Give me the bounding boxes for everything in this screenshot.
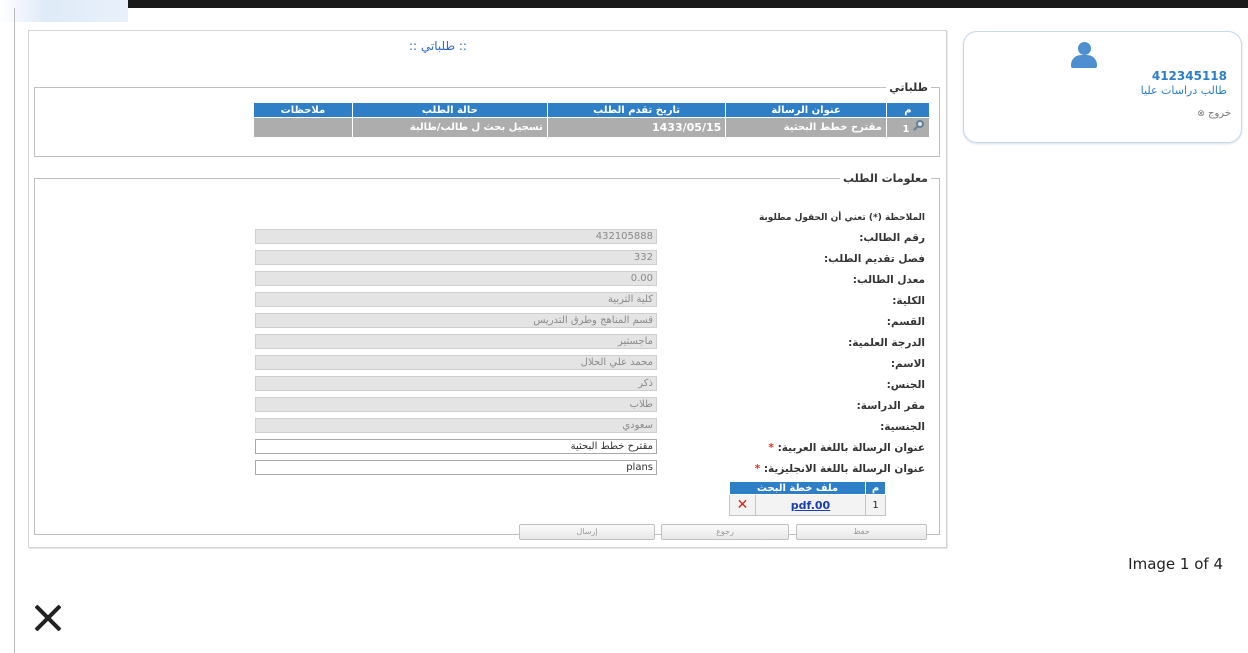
close-icon[interactable] bbox=[34, 604, 62, 632]
column-header-notes: ملاحظات bbox=[253, 102, 353, 118]
user-id: 412345118 bbox=[1151, 69, 1227, 83]
semester-field[interactable] bbox=[255, 250, 657, 265]
field-name: الاسم: bbox=[35, 355, 939, 375]
column-header-num: م bbox=[865, 481, 886, 495]
field-label: الدرجة العلمية: bbox=[848, 337, 925, 349]
table-row[interactable]: 1 مقترح خطط البحثية 1433/05/15 تسجيل بحث… bbox=[253, 117, 931, 138]
page-title: :: طلباتي :: bbox=[409, 39, 467, 53]
file-download-link[interactable]: pdf.00 bbox=[791, 499, 830, 512]
image-counter: Image 1 of 4 bbox=[1128, 555, 1223, 573]
file-delete-cell: ✕ bbox=[729, 494, 756, 516]
row-date-cell: 1433/05/15 bbox=[546, 117, 727, 138]
column-header-title: عنوان الرسالة bbox=[725, 102, 887, 118]
back-button[interactable]: رجوع bbox=[661, 524, 789, 540]
field-study-location: مقر الدراسة: bbox=[35, 397, 939, 417]
field-semester: فصل تقديم الطلب: bbox=[35, 250, 939, 270]
requests-fieldset: طلباتي م عنوان الرسالة تاريخ تقدم الطلب … bbox=[34, 81, 940, 157]
gpa-field[interactable] bbox=[255, 271, 657, 286]
department-field[interactable] bbox=[255, 313, 657, 328]
field-label: فصل تقديم الطلب: bbox=[823, 253, 925, 265]
study-location-field[interactable] bbox=[255, 397, 657, 412]
field-label: الاسم: bbox=[890, 358, 925, 370]
field-label: رقم الطالب: bbox=[859, 232, 925, 244]
request-info-legend: معلومات الطلب bbox=[843, 172, 928, 185]
field-label: القسم: bbox=[886, 316, 925, 328]
requests-table: م عنوان الرسالة تاريخ تقدم الطلب حالة ال… bbox=[253, 102, 931, 138]
research-file-table: م ملف خطة البحث 1 pdf.00 ✕ bbox=[729, 481, 886, 516]
title-english-input[interactable] bbox=[255, 460, 657, 475]
required-marker: * bbox=[768, 442, 774, 454]
user-card: 412345118 طالب دراسات عليا خروج ⊗ bbox=[963, 31, 1242, 143]
column-header-date: تاريخ تقدم الطلب bbox=[546, 102, 727, 118]
required-marker: * bbox=[754, 463, 761, 475]
field-label: معدل الطالب: bbox=[852, 274, 925, 286]
row-status-cell: تسجيل بحث ل طالب/طالبة bbox=[351, 117, 548, 138]
field-nationality: الجنسية: bbox=[35, 418, 939, 438]
row-num-cell: 1 bbox=[885, 117, 931, 138]
field-college: الكلية: bbox=[35, 292, 939, 312]
user-role: طالب دراسات عليا bbox=[1140, 84, 1227, 97]
field-label: الجنس: bbox=[886, 379, 925, 391]
gender-field[interactable] bbox=[255, 376, 657, 391]
title-arabic-input[interactable] bbox=[255, 439, 657, 454]
student-number-field[interactable] bbox=[255, 229, 657, 244]
requests-header-row: م عنوان الرسالة تاريخ تقدم الطلب حالة ال… bbox=[253, 102, 931, 118]
field-label: مقر الدراسة: bbox=[856, 400, 925, 412]
column-header-file: ملف خطة البحث bbox=[729, 481, 866, 495]
field-degree: الدرجة العلمية: bbox=[35, 334, 939, 354]
table-row: 1 pdf.00 ✕ bbox=[729, 494, 886, 516]
file-header-row: م ملف خطة البحث bbox=[729, 481, 886, 495]
requests-legend: طلباتي bbox=[889, 81, 928, 94]
row-notes-cell bbox=[253, 117, 353, 138]
delete-file-icon[interactable]: ✕ bbox=[737, 498, 749, 512]
nationality-field[interactable] bbox=[255, 418, 657, 433]
request-info-fieldset: معلومات الطلب الملاحظة (*) تعني أن الحقو… bbox=[34, 172, 940, 540]
field-label: الكلية: bbox=[892, 295, 925, 307]
column-header-status: حالة الطلب bbox=[351, 102, 548, 118]
file-num-cell: 1 bbox=[865, 494, 886, 516]
degree-field[interactable] bbox=[255, 334, 657, 349]
field-gender: الجنس: bbox=[35, 376, 939, 396]
column-header-num: م bbox=[885, 102, 931, 118]
save-button[interactable]: حفظ bbox=[796, 524, 927, 540]
field-department: القسم: bbox=[35, 313, 939, 333]
file-link-cell: pdf.00 bbox=[755, 494, 866, 516]
window-top-bar bbox=[0, 0, 1248, 8]
college-field[interactable] bbox=[255, 292, 657, 307]
view-magnifier-icon[interactable] bbox=[913, 120, 925, 132]
field-label: عنوان الرسالة باللغة الانجليزية: * bbox=[754, 463, 925, 475]
row-title-cell: مقترح خطط البحثية bbox=[725, 117, 887, 138]
field-student-number: رقم الطالب: bbox=[35, 229, 939, 249]
logout-link[interactable]: خروج ⊗ bbox=[1197, 108, 1231, 119]
send-button[interactable]: إرسال bbox=[519, 524, 655, 540]
field-label: عنوان الرسالة باللغة العربية: * bbox=[768, 442, 925, 454]
logout-label: خروج bbox=[1208, 108, 1231, 119]
field-label: الجنسية: bbox=[880, 421, 925, 433]
field-title-english: عنوان الرسالة باللغة الانجليزية: * bbox=[35, 460, 939, 480]
name-field[interactable] bbox=[255, 355, 657, 370]
logout-icon: ⊗ bbox=[1197, 109, 1205, 119]
field-title-arabic: عنوان الرسالة باللغة العربية: * bbox=[35, 439, 939, 459]
user-avatar-icon bbox=[1070, 42, 1098, 68]
main-panel: :: طلباتي :: طلباتي م عنوان الرسالة تاري… bbox=[28, 30, 947, 548]
required-note: الملاحظة (*) تعني أن الحقول مطلوبة bbox=[758, 213, 925, 223]
field-gpa: معدل الطالب: bbox=[35, 271, 939, 291]
